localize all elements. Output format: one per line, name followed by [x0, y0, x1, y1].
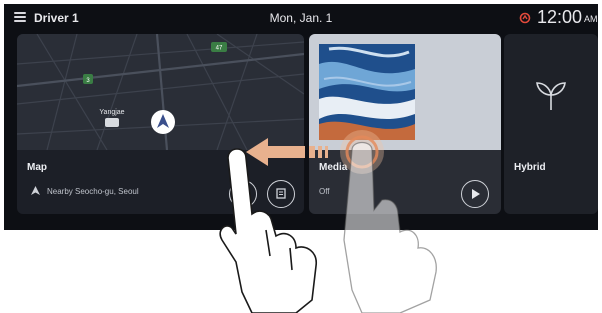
- media-card-title: Media: [319, 162, 348, 173]
- location-arrow-icon: [31, 186, 40, 195]
- map-card[interactable]: 3 47 Yangjae Map Nearby Seocho-gu, Seoul: [17, 34, 304, 214]
- road-badge-1: 47: [216, 46, 223, 52]
- weather-icon: [519, 12, 531, 24]
- map-place-label: Yangjae: [99, 109, 124, 116]
- clock-ampm: AM: [584, 14, 598, 24]
- status-bar: Driver 1 Mon, Jan. 1 12:00 AM: [4, 4, 598, 32]
- map-location-text: Nearby Seocho-gu, Seoul: [47, 187, 139, 196]
- media-card[interactable]: Media Off: [309, 34, 501, 214]
- clock-time: 12:00: [537, 7, 583, 27]
- media-status: Off: [319, 187, 330, 196]
- bookmark-button[interactable]: [267, 180, 295, 208]
- leaf-icon: [536, 82, 566, 110]
- play-button[interactable]: [461, 180, 489, 208]
- map-view[interactable]: 3 47 Yangjae: [17, 34, 304, 150]
- album-art: [319, 44, 415, 140]
- play-icon: [472, 189, 480, 199]
- hybrid-card[interactable]: Hybrid: [504, 34, 598, 214]
- infotainment-screen: Driver 1 Mon, Jan. 1 12:00 AM 3 47 Yangj…: [4, 4, 598, 230]
- date-display: Mon, Jan. 1: [269, 11, 333, 25]
- map-action-button[interactable]: [229, 180, 257, 208]
- bookmark-icon: [276, 188, 286, 199]
- map-card-title: Map: [27, 162, 47, 173]
- hybrid-card-title: Hybrid: [514, 162, 546, 173]
- page-indicator: [274, 220, 318, 230]
